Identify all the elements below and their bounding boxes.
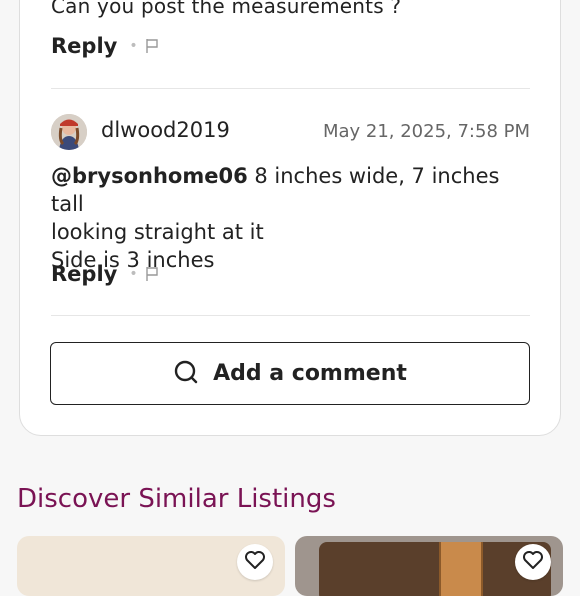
reply-button[interactable]: Reply: [51, 262, 117, 286]
flag-icon[interactable]: [144, 266, 160, 282]
heart-icon: [522, 550, 544, 574]
comment-body: @brysonhome06 8 inches wide, 7 inches ta…: [51, 162, 531, 274]
similar-listing[interactable]: [17, 536, 285, 596]
separator-dot: •: [129, 266, 138, 282]
flag-icon[interactable]: [144, 38, 160, 54]
listing-image-detail: [439, 542, 483, 596]
comment-mention[interactable]: @brysonhome06: [51, 164, 248, 188]
comment-divider: [51, 315, 530, 316]
like-button[interactable]: [515, 544, 551, 580]
previous-comment-actions: Reply •: [51, 34, 160, 58]
comment-username[interactable]: dlwood2019: [101, 118, 230, 142]
add-comment-button[interactable]: Add a comment: [50, 342, 530, 405]
avatar[interactable]: [51, 114, 87, 150]
comment-divider: [51, 88, 530, 89]
comment-text-line2: looking straight at it: [51, 220, 264, 244]
reply-button[interactable]: Reply: [51, 34, 117, 58]
heart-icon: [244, 550, 266, 574]
search-icon: [173, 359, 199, 389]
comment-actions: Reply •: [51, 262, 160, 286]
previous-comment-text: Can you post the measurements ?: [51, 0, 402, 18]
like-button[interactable]: [237, 544, 273, 580]
similar-listing[interactable]: [295, 536, 563, 596]
add-comment-label: Add a comment: [213, 361, 407, 386]
separator-dot: •: [129, 38, 138, 54]
section-title: Discover Similar Listings: [17, 484, 336, 514]
comment-timestamp: May 21, 2025, 7:58 PM: [322, 121, 530, 142]
